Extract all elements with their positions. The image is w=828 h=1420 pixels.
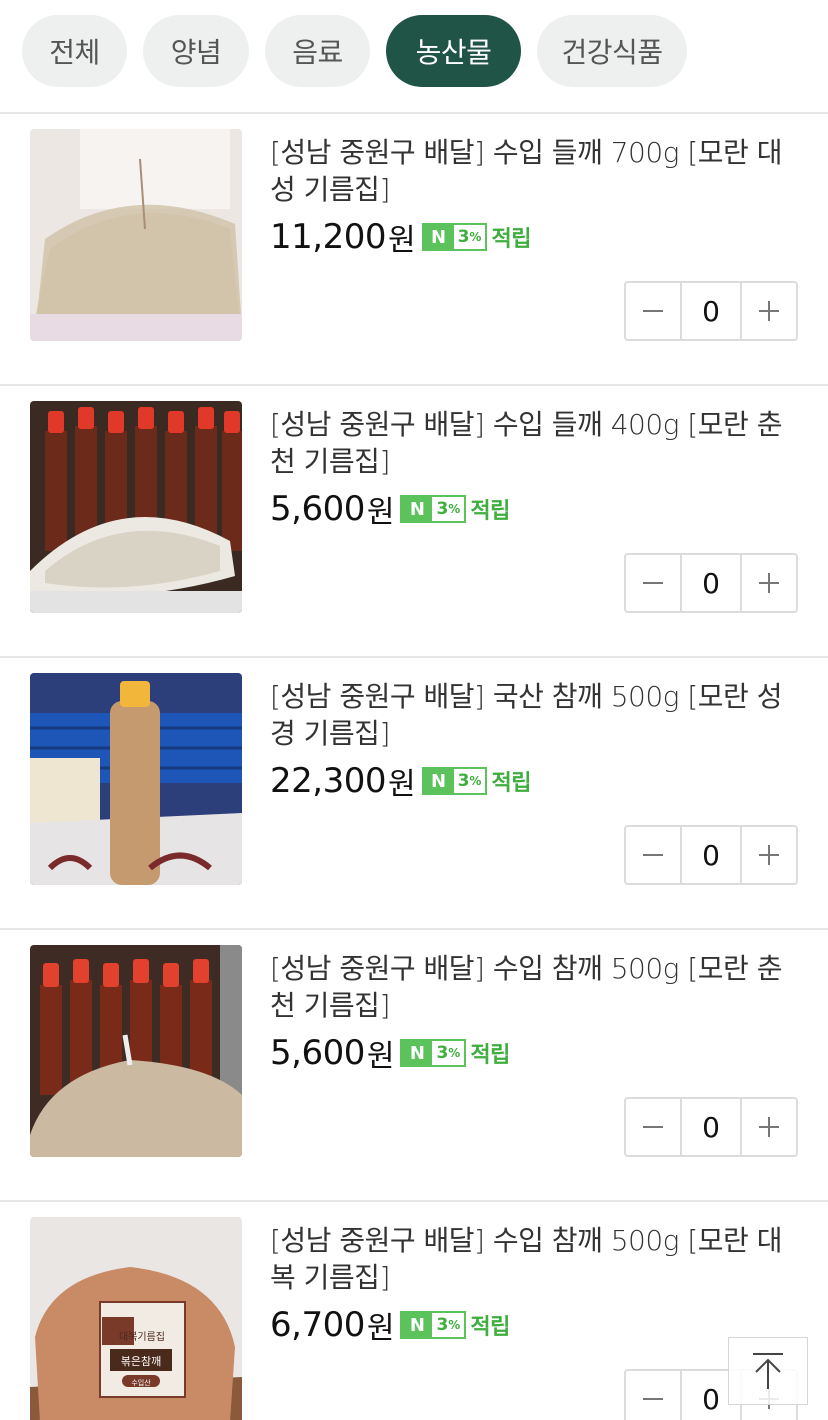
npay-icon: N bbox=[423, 225, 454, 249]
quantity-value[interactable]: 0 bbox=[680, 283, 742, 339]
tab-agricultural[interactable]: 농산물 bbox=[386, 15, 521, 87]
product-image[interactable] bbox=[30, 945, 242, 1157]
product-image[interactable] bbox=[30, 129, 242, 341]
tab-health-food[interactable]: 건강식품 bbox=[537, 15, 687, 87]
currency-label: 원 bbox=[366, 1039, 395, 1074]
price-row: 5,600 원 N 3% 적립 bbox=[270, 1031, 510, 1075]
npay-icon: N bbox=[402, 1313, 433, 1337]
npay-rate: 3% bbox=[436, 499, 461, 519]
decrease-button[interactable] bbox=[626, 827, 680, 883]
decrease-button[interactable] bbox=[626, 1099, 680, 1155]
plus-icon bbox=[759, 1117, 779, 1137]
product-item[interactable]: [성남 중원구 배달] 국산 참깨 500g [모란 성경 기름집] 22,30… bbox=[0, 658, 828, 930]
product-price: 5,600 bbox=[270, 1033, 365, 1073]
product-item[interactable]: [성남 중원구 배달] 수입 참깨 500g [모란 춘천 기름집] 5,600… bbox=[0, 930, 828, 1202]
npay-badge: N 3% bbox=[400, 1039, 467, 1067]
reward-label: 적립 bbox=[470, 499, 510, 524]
increase-button[interactable] bbox=[742, 283, 796, 339]
increase-button[interactable] bbox=[742, 1099, 796, 1155]
package-label-origin: 수입산 bbox=[131, 1378, 151, 1387]
reward-label: 적립 bbox=[491, 227, 531, 252]
product-price: 22,300 bbox=[270, 761, 386, 801]
npay-rate: 3% bbox=[457, 227, 482, 247]
category-tabs: 전체 양념 음료 농산물 건강식품 bbox=[0, 0, 828, 114]
currency-label: 원 bbox=[366, 495, 395, 530]
npay-badge: N 3% bbox=[421, 767, 488, 795]
quantity-value[interactable]: 0 bbox=[680, 1099, 742, 1155]
price-row: 22,300 원 N 3% 적립 bbox=[270, 759, 531, 803]
reward-label: 적립 bbox=[470, 1043, 510, 1068]
price-row: 5,600 원 N 3% 적립 bbox=[270, 487, 510, 531]
product-title[interactable]: [성남 중원구 배달] 국산 참깨 500g [모란 성경 기름집] bbox=[270, 678, 790, 752]
package-label-product: 볶은참깨 bbox=[121, 1355, 161, 1368]
product-title[interactable]: [성남 중원구 배달] 수입 참깨 500g [모란 대복 기름집] bbox=[270, 1222, 790, 1296]
tab-seasoning[interactable]: 양념 bbox=[143, 15, 249, 87]
npay-badge: N 3% bbox=[421, 223, 488, 251]
product-image[interactable]: 대복기름집 볶은참깨 수입산 bbox=[30, 1217, 242, 1420]
product-price: 11,200 bbox=[270, 217, 386, 257]
plus-icon bbox=[759, 845, 779, 865]
npay-badge: N 3% bbox=[400, 495, 467, 523]
price-row: 11,200 원 N 3% 적립 bbox=[270, 215, 531, 259]
quantity-value[interactable]: 0 bbox=[680, 555, 742, 611]
minus-icon bbox=[643, 310, 663, 312]
quantity-value[interactable]: 0 bbox=[680, 827, 742, 883]
npay-badge: N 3% bbox=[400, 1311, 467, 1339]
currency-label: 원 bbox=[387, 223, 416, 258]
plus-icon bbox=[759, 301, 779, 321]
product-price: 6,700 bbox=[270, 1305, 365, 1345]
npay-icon: N bbox=[402, 1041, 433, 1065]
product-image[interactable] bbox=[30, 401, 242, 613]
quantity-stepper: 0 bbox=[624, 825, 798, 885]
minus-icon bbox=[643, 1126, 663, 1128]
decrease-button[interactable] bbox=[626, 283, 680, 339]
minus-icon bbox=[643, 854, 663, 856]
product-title[interactable]: [성남 중원구 배달] 수입 참깨 500g [모란 춘천 기름집] bbox=[270, 950, 790, 1024]
minus-icon bbox=[643, 582, 663, 584]
product-price: 5,600 bbox=[270, 489, 365, 529]
quantity-stepper: 0 bbox=[624, 553, 798, 613]
npay-rate: 3% bbox=[436, 1043, 461, 1063]
npay-icon: N bbox=[402, 497, 433, 521]
package-label-shop: 대복기름집 bbox=[119, 1331, 165, 1343]
tab-all[interactable]: 전체 bbox=[22, 15, 127, 87]
product-item[interactable]: 대복기름집 볶은참깨 수입산 [성남 중원구 배달] 수입 참깨 500g [모… bbox=[0, 1202, 828, 1420]
arrow-up-icon bbox=[753, 1353, 783, 1389]
plus-icon bbox=[759, 573, 779, 593]
reward-label: 적립 bbox=[491, 771, 531, 796]
product-title[interactable]: [성남 중원구 배달] 수입 들깨 400g [모란 춘천 기름집] bbox=[270, 406, 790, 480]
currency-label: 원 bbox=[366, 1311, 395, 1346]
decrease-button[interactable] bbox=[626, 1371, 680, 1420]
product-item[interactable]: [성남 중원구 배달] 수입 들깨 700g [모란 대성 기름집] 11,20… bbox=[0, 114, 828, 386]
tab-beverage[interactable]: 음료 bbox=[265, 15, 370, 87]
product-image[interactable] bbox=[30, 673, 242, 885]
increase-button[interactable] bbox=[742, 827, 796, 883]
npay-rate: 3% bbox=[457, 771, 482, 791]
decrease-button[interactable] bbox=[626, 555, 680, 611]
quantity-stepper: 0 bbox=[624, 1097, 798, 1157]
product-item[interactable]: [성남 중원구 배달] 수입 들깨 400g [모란 춘천 기름집] 5,600… bbox=[0, 386, 828, 658]
increase-button[interactable] bbox=[742, 555, 796, 611]
npay-rate: 3% bbox=[436, 1315, 461, 1335]
minus-icon bbox=[643, 1398, 663, 1400]
npay-icon: N bbox=[423, 769, 454, 793]
price-row: 6,700 원 N 3% 적립 bbox=[270, 1303, 510, 1347]
reward-label: 적립 bbox=[470, 1315, 510, 1340]
scroll-top-button[interactable] bbox=[728, 1337, 808, 1405]
quantity-stepper: 0 bbox=[624, 281, 798, 341]
product-title[interactable]: [성남 중원구 배달] 수입 들깨 700g [모란 대성 기름집] bbox=[270, 134, 790, 208]
currency-label: 원 bbox=[387, 767, 416, 802]
